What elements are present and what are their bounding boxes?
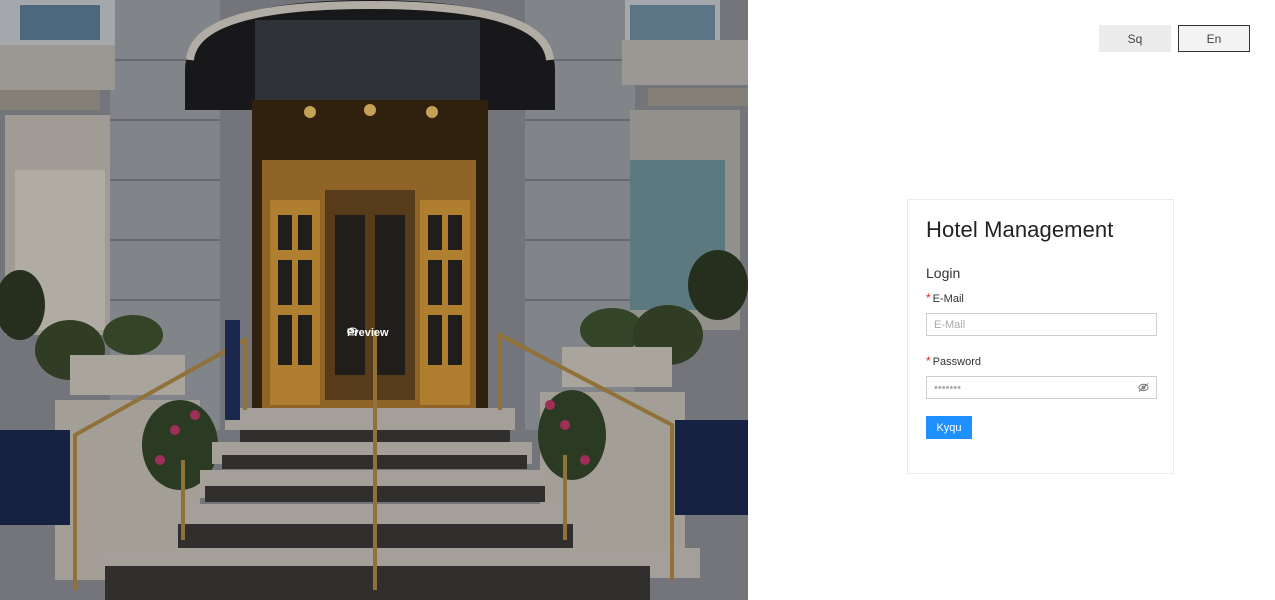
login-page: Preview Sq En Hotel Management Login * E-… <box>0 0 1275 600</box>
app-title: Hotel Management <box>926 217 1114 242</box>
hero-image: Preview <box>0 0 748 600</box>
eye-off-icon[interactable] <box>1138 383 1149 392</box>
password-field[interactable]: ••••••• <box>926 376 1157 399</box>
login-card: Hotel Management Login * E-Mail E-Mail * P… <box>907 199 1174 474</box>
login-button[interactable]: Kyqu <box>926 416 972 439</box>
email-field[interactable]: E-Mail <box>926 313 1157 336</box>
eye-icon <box>347 327 358 336</box>
password-label: * Password <box>926 354 981 368</box>
language-button-sq[interactable]: Sq <box>1099 25 1171 52</box>
language-button-en[interactable]: En <box>1178 25 1250 52</box>
login-heading: Login <box>926 265 961 281</box>
email-placeholder: E-Mail <box>934 318 966 331</box>
email-label: * E-Mail <box>926 291 964 305</box>
password-label-text: Password <box>932 356 981 368</box>
password-masked-value: ••••••• <box>934 381 961 394</box>
hero-overlay <box>0 0 748 600</box>
preview-button[interactable]: Preview <box>347 327 389 339</box>
required-mark: * <box>926 291 931 305</box>
email-label-text: E-Mail <box>932 293 964 305</box>
required-mark: * <box>926 354 931 368</box>
